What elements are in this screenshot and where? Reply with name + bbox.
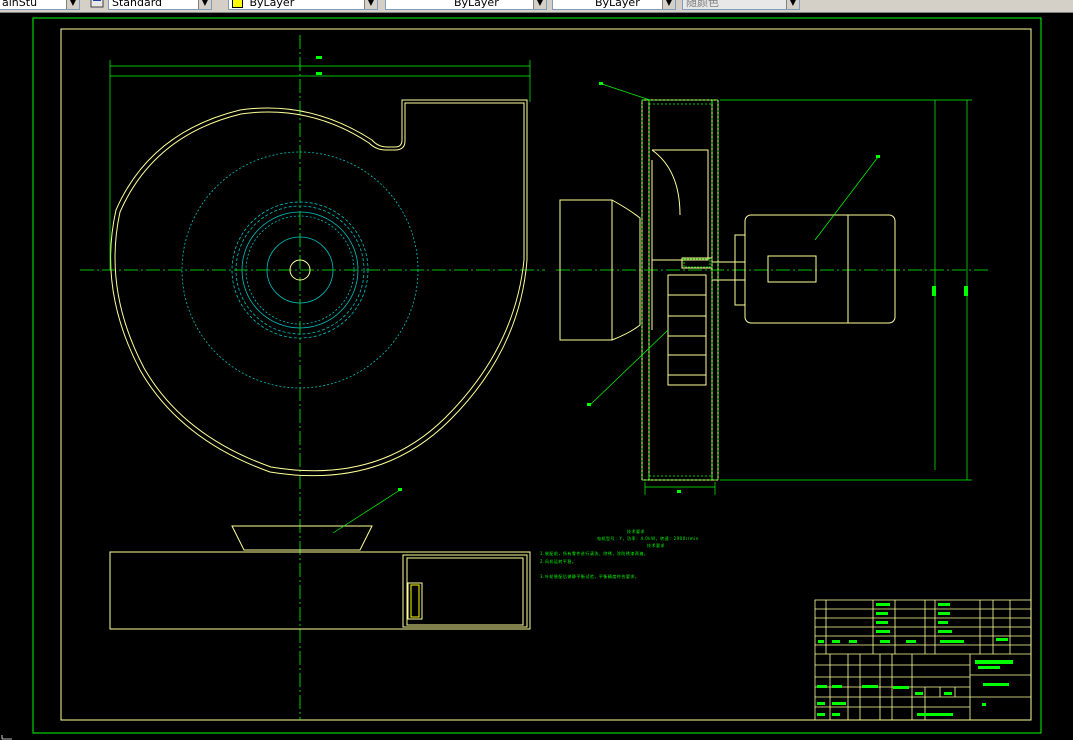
leader-lines: [332, 82, 880, 534]
notes-line-3: 1.装配前，所有零件进行清洗、除锈，涂防锈漆两遍。: [540, 551, 649, 556]
plotstyle-combo-value: 随颜色: [686, 0, 719, 9]
chevron-down-icon[interactable]: ▼: [662, 0, 675, 9]
drawing-canvas[interactable]: [0, 12, 1073, 740]
title-block-text: [817, 603, 1013, 716]
ucs-icon: [1, 735, 12, 740]
text-style-value: Standard: [112, 0, 163, 9]
notes-line-5: 3.叶轮装配后做静平衡试验，平衡精度符合要求。: [540, 574, 640, 579]
layer-combo-value: ainStu: [2, 0, 38, 9]
linetype-combo-value: ByLayer: [454, 0, 499, 9]
centerlines: [80, 35, 990, 720]
base-view: [109, 525, 531, 630]
notes-line-1: 电机型号：Y，功率：4.0kW，转速：2900r/min: [597, 536, 699, 541]
text-style-icon[interactable]: [90, 0, 104, 8]
chevron-down-icon[interactable]: ▼: [66, 0, 79, 9]
linetype-combo[interactable]: ByLayer ▼: [385, 0, 547, 10]
chevron-down-icon[interactable]: ▼: [198, 0, 211, 9]
volute-casing: [110, 99, 528, 477]
dimension-lines: [109, 56, 972, 495]
chevron-down-icon[interactable]: ▼: [533, 0, 546, 9]
notes-title: 技术要求: [627, 529, 645, 534]
hatching: [641, 99, 719, 481]
layer-combo[interactable]: ainStu ▼: [0, 0, 80, 10]
lineweight-combo-value: ByLayer: [595, 0, 640, 9]
plotstyle-combo[interactable]: 随颜色 ▼: [682, 0, 800, 10]
color-combo-value: ByLayer: [249, 0, 295, 9]
side-view: [559, 99, 896, 481]
notes-line-2: 技术要求: [647, 543, 665, 548]
color-combo[interactable]: ByLayer ▼: [228, 0, 378, 10]
color-swatch-icon: [232, 0, 243, 8]
chevron-down-icon[interactable]: ▼: [786, 0, 799, 9]
lineweight-combo[interactable]: ByLayer ▼: [552, 0, 676, 10]
notes-line-4: 2.风机运转平稳。: [540, 559, 577, 564]
frame: [32, 17, 1042, 734]
text-style-combo[interactable]: Standard ▼: [108, 0, 212, 10]
chevron-down-icon[interactable]: ▼: [364, 0, 377, 9]
